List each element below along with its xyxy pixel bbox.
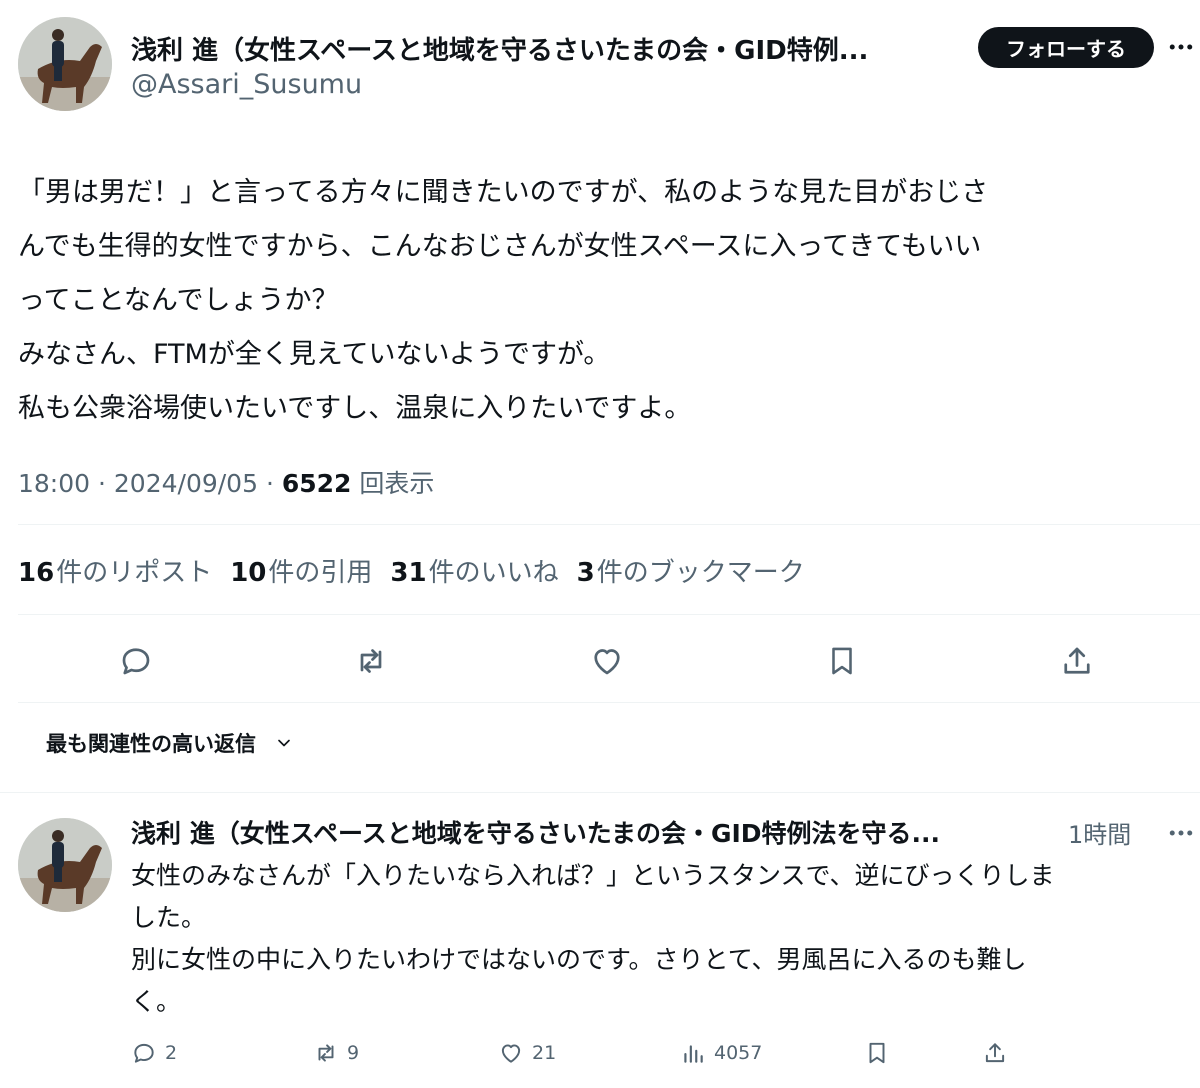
bookmark-icon [869,1042,885,1064]
reply-sort-dropdown[interactable]: 最も関連性の高い返信 [46,728,294,758]
like-count: 21 [532,1042,557,1064]
reply-line: した。 [131,903,207,932]
reply-line: 女性のみなさんが「入りたいなら入れば？」というスタンスで、逆にびっくりしま [131,861,1055,890]
engagement-stats: 16件のリポスト 10件の引用 31件のいいね 3件のブックマーク [18,552,805,589]
tweet-line: ってことなんでしょうか？ [18,285,339,316]
reply-author-avatar[interactable] [18,818,112,912]
divider [18,614,1200,615]
avatar-photo [18,17,112,111]
sort-label: 最も関連性の高い返信 [46,732,256,756]
reply-like-button[interactable]: 21 [498,1040,556,1066]
divider [18,524,1200,525]
reply-line: 別に女性の中に入りたいわけではないのです。さりとて、男風呂に入るのも難し [131,945,1027,974]
share-icon[interactable] [1059,643,1095,679]
bookmark-stat[interactable]: 3件のブックマーク [577,552,805,589]
meta-separator: · [265,469,282,498]
retweet-count: 9 [347,1042,360,1064]
repost-stat[interactable]: 16件のリポスト [18,552,212,589]
reply-share-button[interactable] [982,1040,1008,1066]
views-icon [684,1045,703,1063]
author-avatar[interactable] [18,17,112,111]
reply-time[interactable]: 1時間 [1068,815,1131,850]
reply-text: 女性のみなさんが「入りたいなら入れば？」というスタンスで、逆にびっくりしま した… [131,855,1181,1023]
reply-views-button[interactable]: 4057 [680,1040,762,1066]
tweet-time[interactable]: 18:00 [18,469,90,498]
tweet-line: んでも生得的女性ですから、こんなおじさんが女性スペースに入ってきてもいい [18,231,982,262]
reply-retweet-button[interactable]: 9 [313,1040,359,1066]
retweet-icon[interactable] [353,643,389,679]
reply-reply-button[interactable]: 2 [131,1040,177,1066]
tweet-date[interactable]: 2024/09/05 [114,469,258,498]
retweet-icon [318,1044,334,1062]
reply-line: く。 [131,987,182,1016]
chevron-down-icon [278,739,290,747]
reply-author-name[interactable]: 浅利 進（女性スペースと地域を守るさいたまの会・GID特例法を守る... [131,814,1061,850]
reply-bookmark-button[interactable] [864,1040,890,1066]
reply-more-options-icon[interactable] [1166,818,1196,848]
meta-separator: · [98,469,114,498]
like-stat[interactable]: 31件のいいね [390,552,558,589]
author-name[interactable]: 浅利 進（女性スペースと地域を守るさいたまの会・GID特例... [131,30,961,67]
divider [0,792,1200,793]
tweet-meta: 18:00 · 2024/09/05 · 6522 回表示 [18,464,434,500]
author-handle[interactable]: @Assari_Susumu [131,69,362,100]
reply-icon [134,1043,154,1063]
reply-count: 2 [165,1042,178,1064]
avatar-photo [18,818,112,912]
like-icon [501,1044,521,1063]
view-count-label: 回表示 [359,469,435,498]
reply-icon[interactable] [118,643,154,679]
view-count: 6522 [281,469,352,498]
divider [18,702,1200,703]
more-options-icon[interactable] [1166,32,1196,62]
tweet-line: 私も公衆浴場使いたいですし、温泉に入りたいですよ。 [18,393,692,424]
share-icon [985,1043,1005,1063]
tweet-text: 「男は男だ！」と言ってる方々に聞きたいのですが、私のような見た目がおじさ んでも… [18,166,1188,436]
tweet-line: 「男は男だ！」と言ってる方々に聞きたいのですが、私のような見た目がおじさ [18,177,989,208]
quote-stat[interactable]: 10件の引用 [230,552,372,589]
tweet-line: みなさん、FTMが全く見えていないようですが。 [18,339,611,370]
bookmark-icon[interactable] [825,643,859,679]
like-icon[interactable] [588,643,626,679]
view-count: 4057 [714,1042,763,1064]
follow-button[interactable]: フォローする [978,27,1154,68]
